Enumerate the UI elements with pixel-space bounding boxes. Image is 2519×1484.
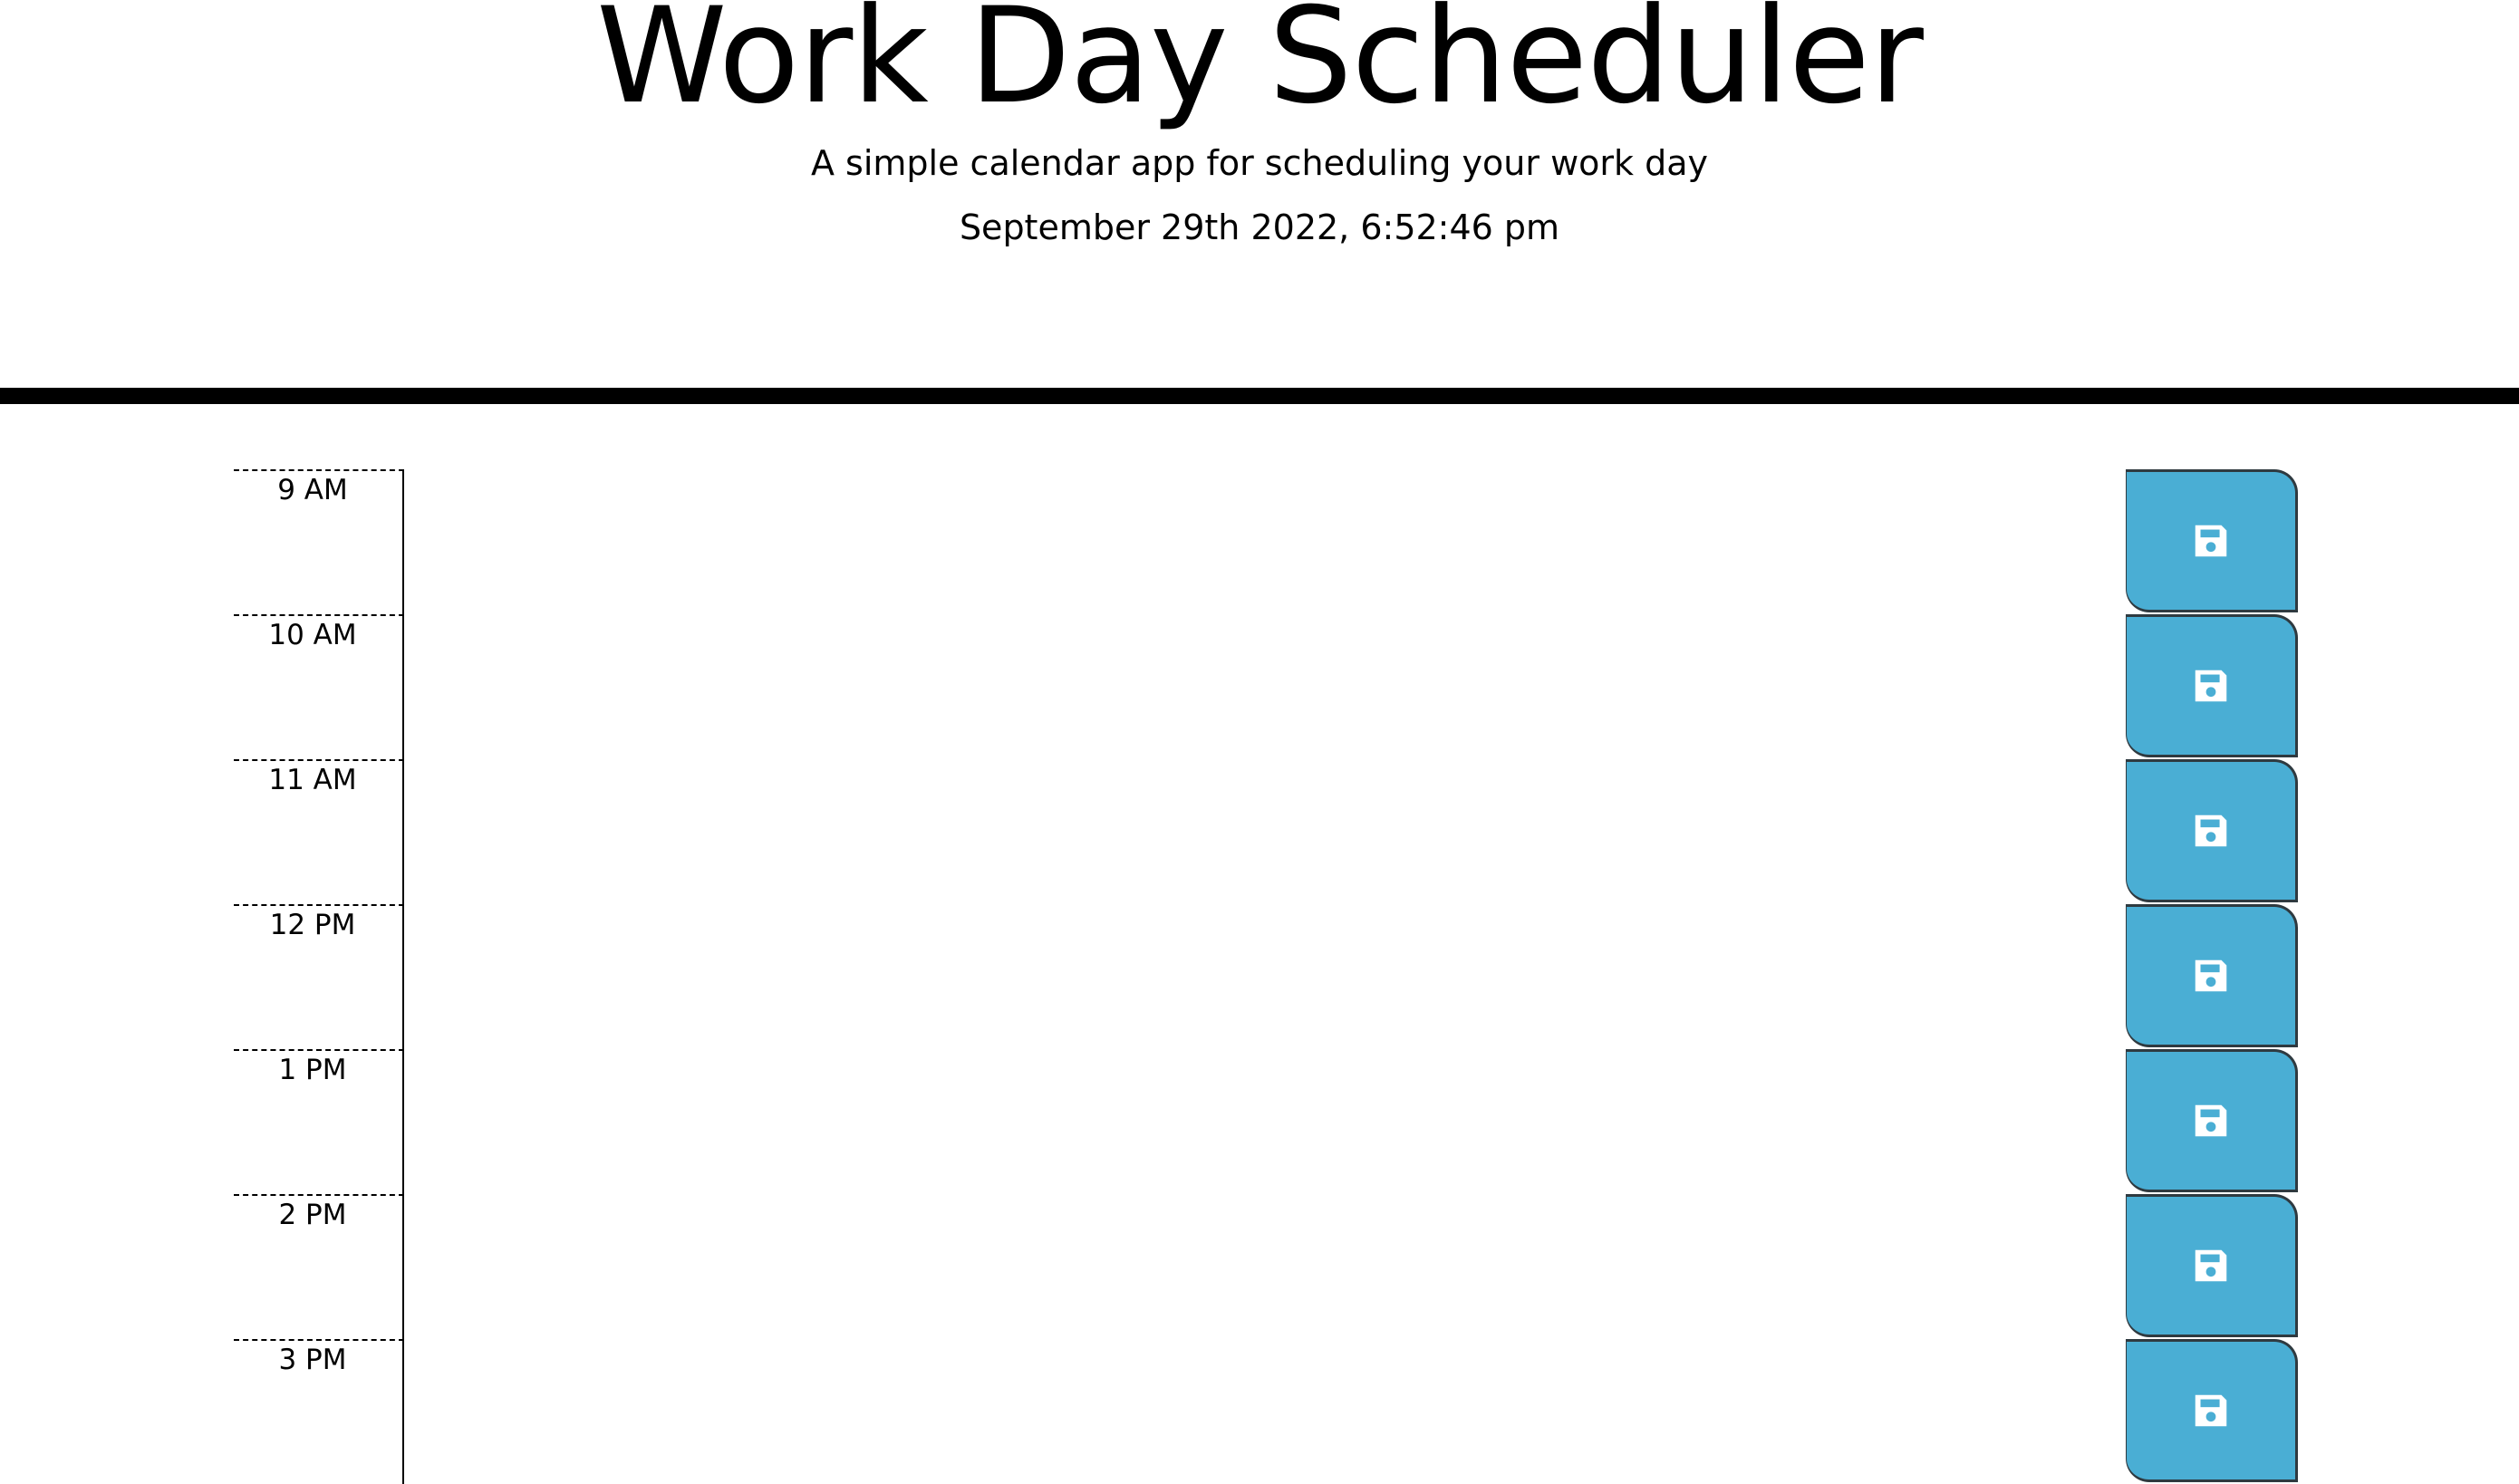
event-description-input[interactable]: [404, 1049, 2126, 1194]
floppy-disk-icon: [2195, 1249, 2227, 1282]
save-button[interactable]: [2126, 1339, 2298, 1482]
floppy-disk-icon: [2195, 670, 2227, 702]
event-description-input[interactable]: [404, 614, 2126, 759]
event-description-input[interactable]: [404, 904, 2126, 1049]
time-block-3pm: 3 PM: [234, 1339, 2298, 1484]
hour-label: 1 PM: [234, 1049, 404, 1194]
save-button[interactable]: [2126, 614, 2298, 757]
hour-label: 2 PM: [234, 1194, 404, 1339]
floppy-disk-icon: [2195, 525, 2227, 557]
time-block-9am: 9 AM: [234, 469, 2298, 614]
save-button[interactable]: [2126, 759, 2298, 902]
floppy-disk-icon: [2195, 814, 2227, 847]
event-description-input[interactable]: [404, 759, 2126, 904]
event-description-input[interactable]: [404, 1339, 2126, 1484]
page-title: Work Day Scheduler: [596, 0, 1924, 133]
time-block-12pm: 12 PM: [234, 904, 2298, 1049]
hour-label: 9 AM: [234, 469, 404, 614]
save-button[interactable]: [2126, 904, 2298, 1047]
hour-label: 12 PM: [234, 904, 404, 1049]
time-block-10am: 10 AM: [234, 614, 2298, 759]
save-button[interactable]: [2126, 469, 2298, 612]
save-button[interactable]: [2126, 1194, 2298, 1337]
floppy-disk-icon: [2195, 1104, 2227, 1137]
hour-label: 10 AM: [234, 614, 404, 759]
time-block-2pm: 2 PM: [234, 1194, 2298, 1339]
floppy-disk-icon: [2195, 959, 2227, 992]
save-button[interactable]: [2126, 1049, 2298, 1192]
page-header: Work Day Scheduler A simple calendar app…: [0, 0, 2519, 404]
hour-label: 3 PM: [234, 1339, 404, 1484]
hour-label: 11 AM: [234, 759, 404, 904]
event-description-input[interactable]: [404, 469, 2126, 614]
floppy-disk-icon: [2195, 1394, 2227, 1427]
page-subtitle: A simple calendar app for scheduling you…: [810, 143, 1709, 183]
event-description-input[interactable]: [404, 1194, 2126, 1339]
current-datetime: September 29th 2022, 6:52:46 pm: [959, 207, 1560, 247]
time-block-1pm: 1 PM: [234, 1049, 2298, 1194]
time-block-11am: 11 AM: [234, 759, 2298, 904]
